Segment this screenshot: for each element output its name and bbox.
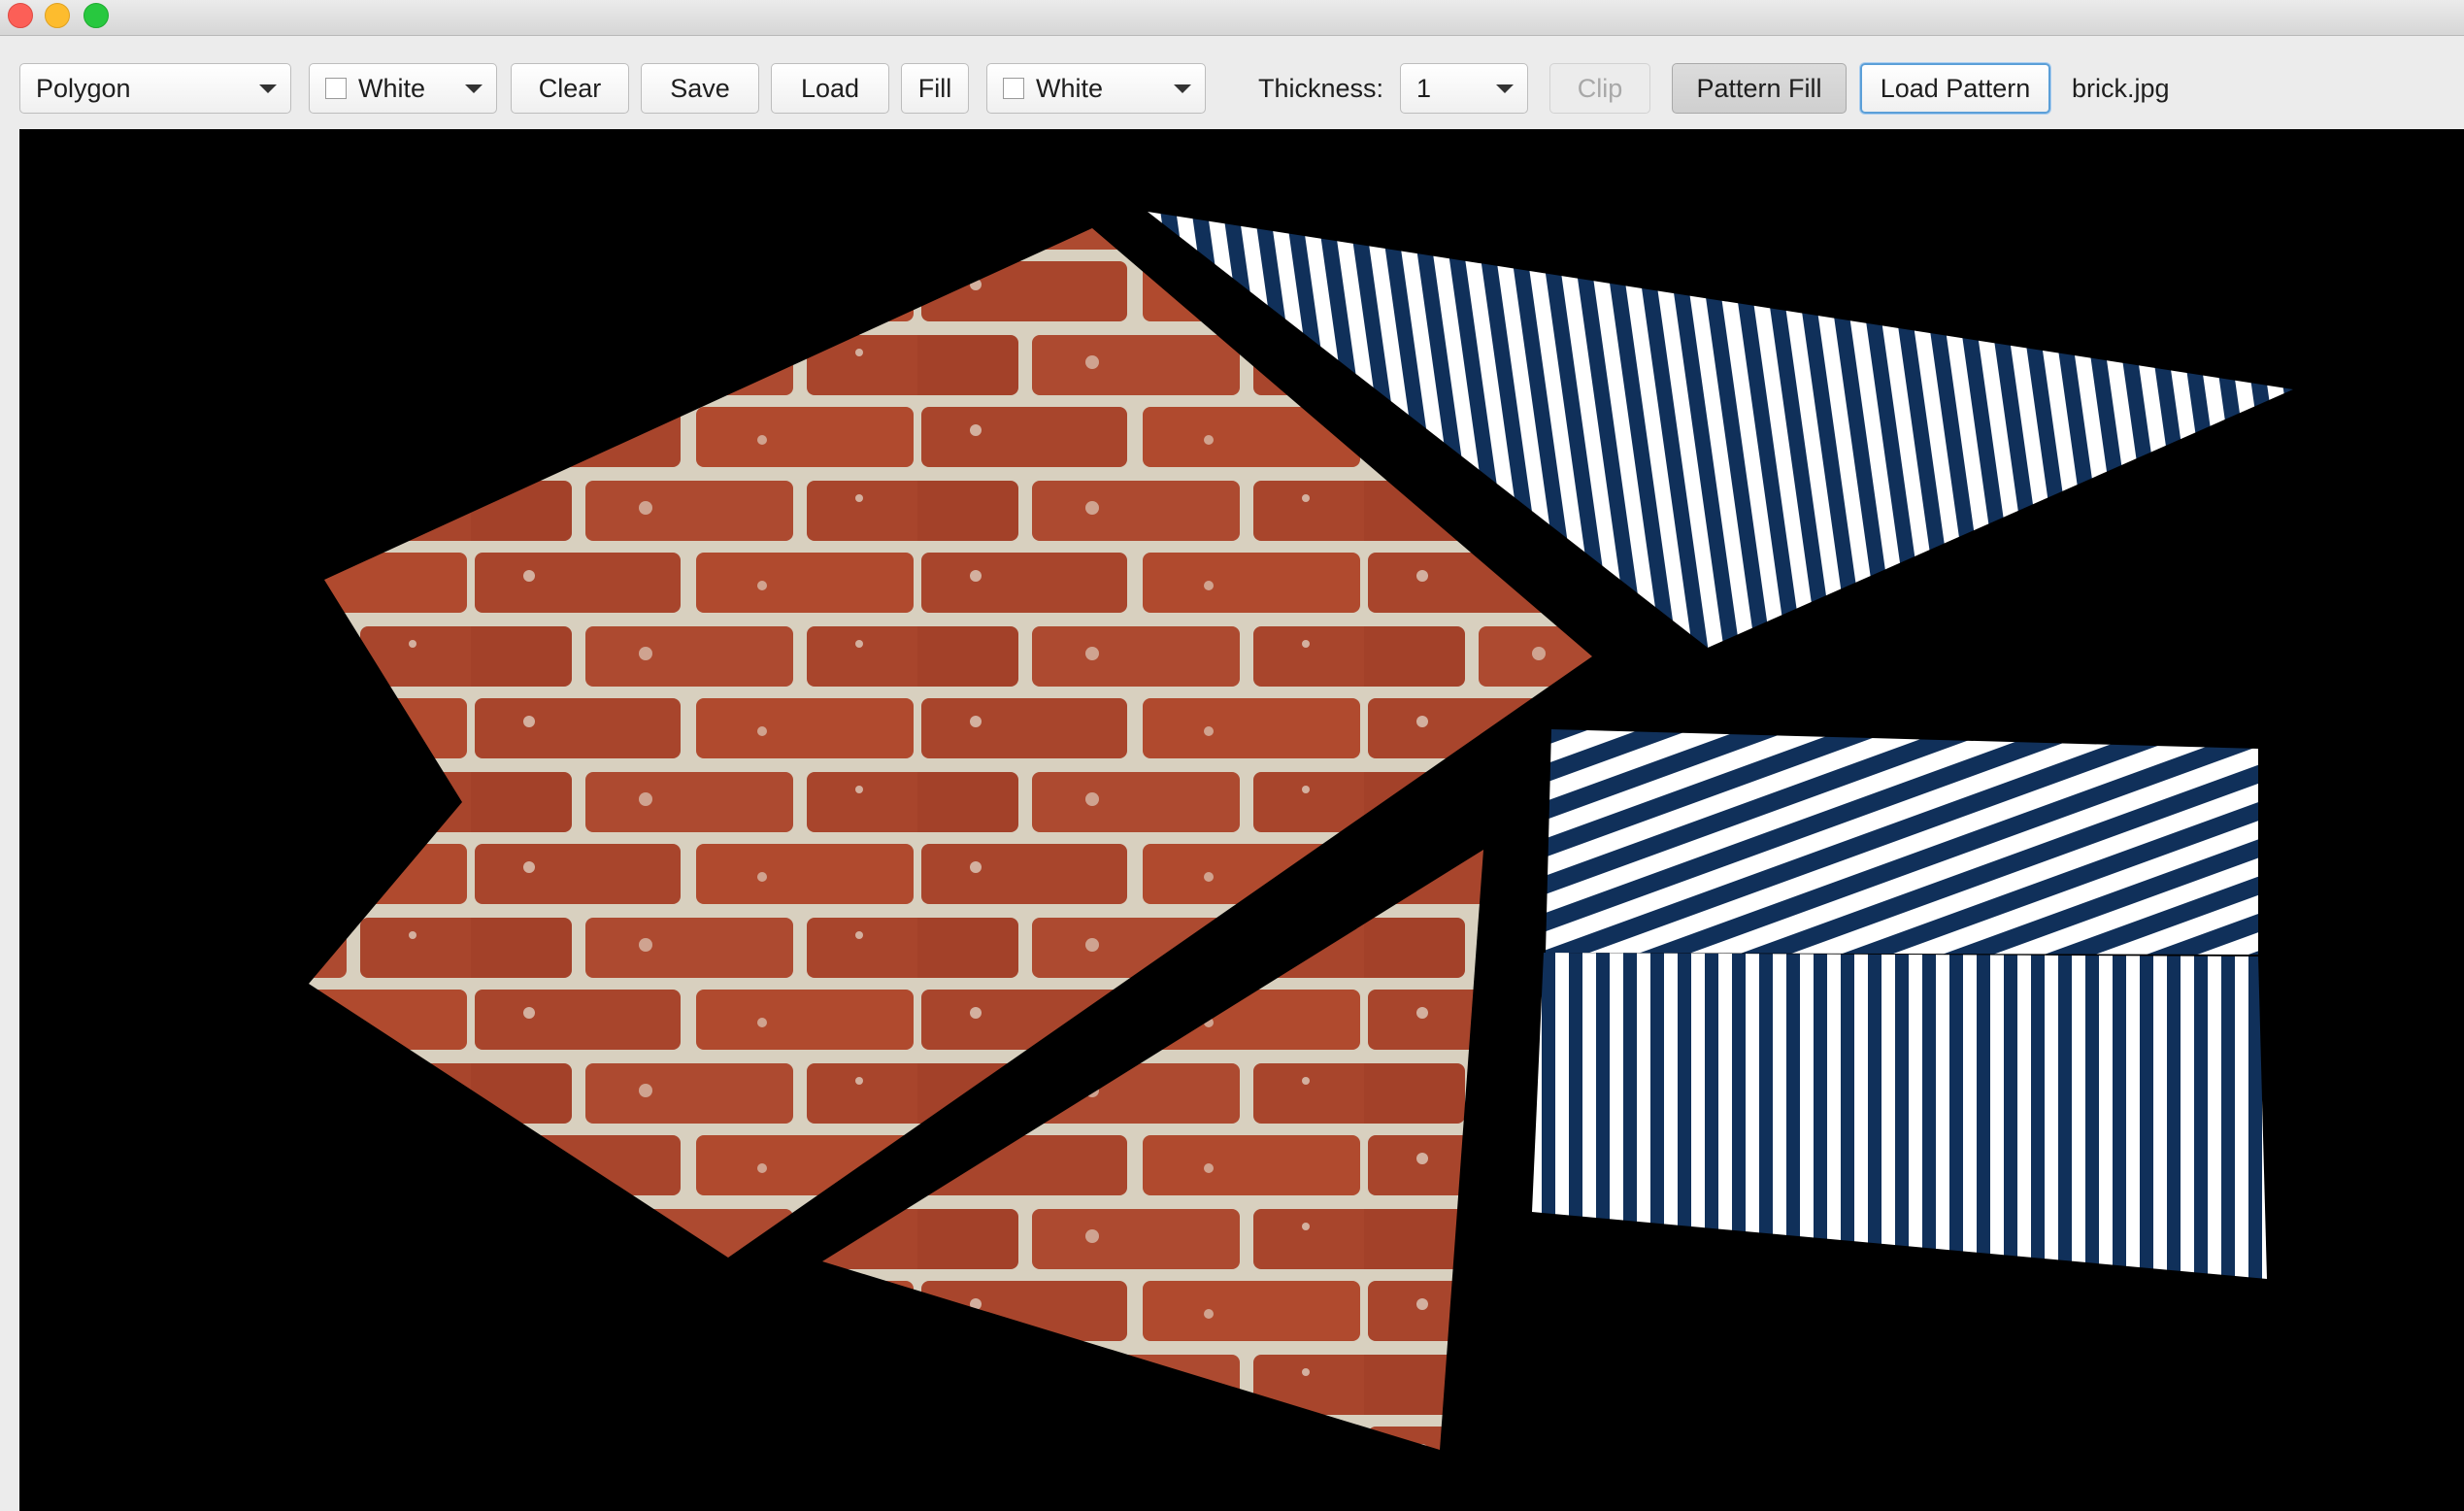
color-select-value: White [358,73,426,103]
shape-select-value: Polygon [36,73,131,103]
fill-button[interactable]: Fill [901,63,969,114]
save-button[interactable]: Save [641,63,759,114]
thickness-select[interactable]: 1 [1400,63,1528,114]
color-select[interactable]: White [309,63,497,114]
title-bar [0,0,2464,36]
drawing-canvas[interactable] [19,129,2464,1511]
shape-select[interactable]: Polygon [19,63,291,114]
chevron-down-icon [1496,84,1514,93]
stripe-polygon-upper-quad[interactable] [1546,729,2258,955]
load-button[interactable]: Load [771,63,889,114]
thickness-label: Thickness: [1258,73,1384,103]
chevron-down-icon [259,84,277,93]
window-left-edge [0,129,19,1511]
color-swatch-icon [325,78,347,99]
stripe-polygon-lower-quad[interactable] [1532,953,2267,1279]
clip-button[interactable]: Clip [1549,63,1650,114]
minimize-window-button[interactable] [45,3,70,28]
zoom-window-button[interactable] [83,3,109,28]
clear-button[interactable]: Clear [511,63,629,114]
fill-color-select-value: White [1036,73,1104,103]
close-window-button[interactable] [8,3,33,28]
toolbar: Polygon White Clear Save Load Fill White… [0,36,2464,129]
canvas-drawing [309,212,2293,1450]
chevron-down-icon [465,84,483,93]
pattern-fill-toggle[interactable]: Pattern Fill [1672,63,1847,114]
fill-color-select[interactable]: White [986,63,1206,114]
thickness-select-value: 1 [1416,73,1432,103]
chevron-down-icon [1174,84,1191,93]
pattern-file-label: brick.jpg [2072,73,2170,103]
fill-color-swatch-icon [1003,78,1024,99]
load-pattern-button[interactable]: Load Pattern [1860,63,2050,114]
